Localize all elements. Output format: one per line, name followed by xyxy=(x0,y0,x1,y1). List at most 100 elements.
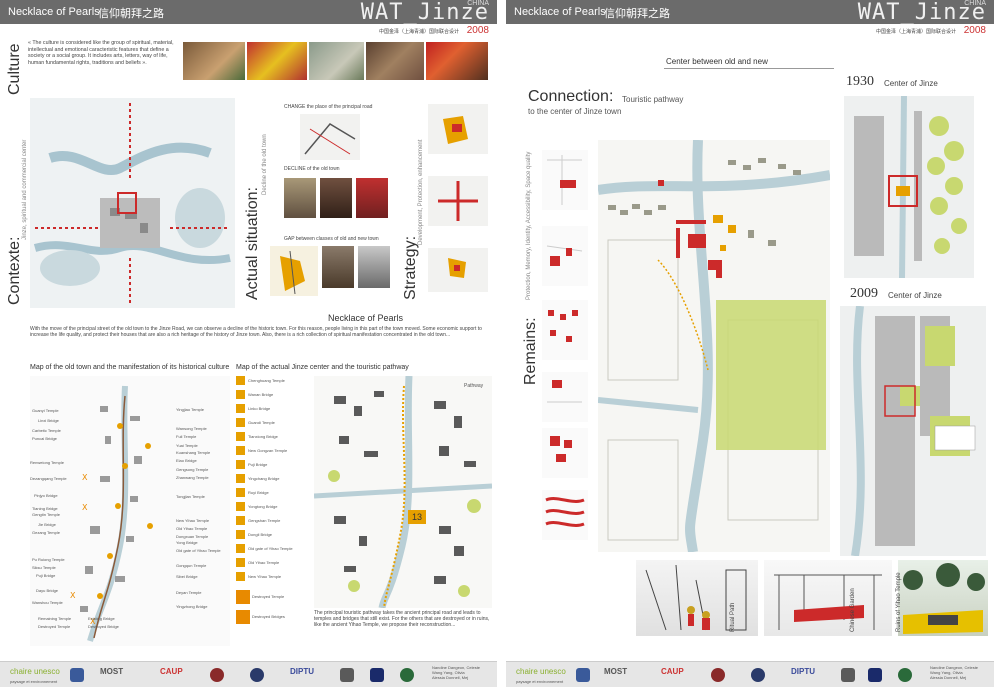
pearl-label: New Gongzan Temple xyxy=(248,448,288,453)
pearl-label: Linko Bridge xyxy=(248,406,271,411)
temple-label: Tianing Bridge xyxy=(32,506,58,511)
contexte-label: Contexte: xyxy=(6,236,23,305)
pearl-label: Old Yihao Temple xyxy=(248,560,280,565)
strategy-diagram xyxy=(428,176,488,226)
pearl-marker xyxy=(236,558,245,567)
project-subline: 中国金泽（上海青浦）国际联合设计 xyxy=(875,29,956,35)
destroyed-bridge-marker xyxy=(236,610,250,624)
caup-logo: CAUP xyxy=(160,667,183,676)
render-chinese-garden xyxy=(764,560,892,636)
culture-text: « The culture is considered like the gro… xyxy=(28,40,174,66)
temple-label: Gezang Temple xyxy=(32,530,60,535)
university-seal-icon xyxy=(250,668,264,682)
pearl-marker xyxy=(236,432,245,441)
poster-header: Necklace of Pearls 信仰朝拜之路 WAT_Jinze CHIN… xyxy=(506,0,994,25)
pearl-label: Destroyed Temple xyxy=(252,594,285,599)
remains-diagram xyxy=(542,428,588,478)
diptu-logo: DIPTU xyxy=(290,667,314,676)
render-ritual-path xyxy=(636,560,758,636)
necklace-title: Necklace of Pearls xyxy=(328,313,404,323)
culture-photo xyxy=(309,42,364,80)
temple-label: Old gate of Yihao Temple xyxy=(176,548,221,553)
unesco-chair-caption: paysage et environnement xyxy=(516,679,564,684)
pearl-label: Tianxiong Bridge xyxy=(248,434,278,439)
most-logo: MOST xyxy=(604,667,628,676)
title-underline xyxy=(664,68,834,69)
strategy-label: Strategy: xyxy=(402,235,419,300)
pearl-label: Puji Bridge xyxy=(248,462,268,467)
temple-label: Gongqun Temple xyxy=(176,563,207,568)
credits: Nandine Dangeon, Celeste Wang Yang, Oliv… xyxy=(432,665,480,680)
temple-label: Zhanwang Temple xyxy=(176,475,209,480)
temple-label: Deyan Temple xyxy=(176,590,202,595)
poster-right: Necklace of Pearls 信仰朝拜之路 WAT_Jinze CHIN… xyxy=(506,0,994,687)
remains-diagram xyxy=(542,226,588,286)
pearl-marker xyxy=(236,530,245,539)
pearls-list: Chenghuang Temple Wanan Bridge Linko Bri… xyxy=(236,376,310,646)
pearl-label: Yingchang Bridge xyxy=(248,476,280,481)
temple-label: Yingzhong Bridge xyxy=(176,604,208,609)
center-title: Center between old and new xyxy=(666,57,768,66)
connection-title: Connection: xyxy=(528,88,614,105)
temple-label: Yuai Temple xyxy=(176,443,198,448)
pearl-label: New Yihao Temple xyxy=(248,574,282,579)
unesco-chair-caption: paysage et environnement xyxy=(10,679,58,684)
credit-line: Alessia Donnell, Mej xyxy=(930,675,967,680)
contexte-sublabel: Jinze, spiritual and commercial center xyxy=(22,139,28,240)
remains-diagram xyxy=(542,372,588,422)
culture-photo xyxy=(366,42,424,80)
university-seal-icon xyxy=(370,668,384,682)
destroyed-temple-marker xyxy=(236,590,250,604)
pearl-marker xyxy=(236,418,245,427)
legend-item: Existing Bridge xyxy=(88,616,115,621)
poster-title-cn: 信仰朝拜之路 xyxy=(98,7,164,20)
actual-situation-label: Actual situation: xyxy=(244,187,261,300)
university-seal-icon xyxy=(711,668,725,682)
center-2009: Center of Jinze xyxy=(888,291,942,300)
brand-suffix: CHINA xyxy=(964,0,986,7)
temple-label: Wanshou Temple xyxy=(32,600,63,605)
brand-suffix: CHINA xyxy=(467,0,489,7)
pearl-label: Guandi Temple xyxy=(248,420,275,425)
connection-sub: Touristic pathway xyxy=(622,95,684,104)
remains-diagram xyxy=(542,300,588,360)
svg-text:X: X xyxy=(82,503,88,512)
temple-label: Yong Bridge xyxy=(176,540,198,545)
map-1930 xyxy=(844,95,974,279)
year-1930: 1930 xyxy=(846,74,874,89)
remains-diagram xyxy=(542,490,588,540)
render-caption: Ritual Path xyxy=(730,602,736,632)
gap-map xyxy=(270,246,318,296)
university-seal-icon xyxy=(210,668,224,682)
remains-diagram xyxy=(542,150,588,210)
pearl-label: Chenghuang Temple xyxy=(248,378,285,383)
pearl-marker xyxy=(236,544,245,553)
gap-text: GAP between classes of old and new town xyxy=(284,236,379,242)
bottom-text: The principal touristic pathway takes th… xyxy=(314,610,490,628)
pearl-label: Wanan Bridge xyxy=(248,392,274,397)
footer: chaire unesco paysage et environnement M… xyxy=(506,661,994,687)
decline-text: DECLINE of the old town xyxy=(284,166,340,172)
pearl-marker xyxy=(236,390,245,399)
temple-label: Fuli Temple xyxy=(176,434,197,439)
render-ruins-yihao xyxy=(898,560,988,636)
legend-item: Destroyed Bridge xyxy=(88,624,119,629)
gap-photo xyxy=(322,246,354,288)
change-text: CHANGE the place of the principal road xyxy=(284,104,373,110)
poster-title-cn: 信仰朝拜之路 xyxy=(604,7,670,20)
diptu-logo: DIPTU xyxy=(791,667,815,676)
pearl-label: Ruyi Bridge xyxy=(248,490,269,495)
temple-label: Puncai Bridge xyxy=(32,436,57,441)
poster-left: Necklace of Pearls 信仰朝拜之路 WAT_Jinze CHIN… xyxy=(0,0,497,687)
necklace-text: With the move of the principal street of… xyxy=(30,326,482,338)
decline-photo xyxy=(284,178,316,218)
pearl-label: Gengshan Temple xyxy=(248,518,281,523)
project-subline: 中国金泽（上海青浦）国际联合设计 xyxy=(378,29,459,35)
temple-label: Dezangqang Temple xyxy=(30,476,67,481)
year-2009: 2009 xyxy=(850,286,878,301)
temple-label: Pinjyo Bridge xyxy=(34,493,58,498)
university-seal-icon xyxy=(400,668,414,682)
university-seal-icon xyxy=(751,668,765,682)
connection-sub2: to the center of Jinze town xyxy=(528,107,622,116)
unesco-icon xyxy=(576,668,590,682)
